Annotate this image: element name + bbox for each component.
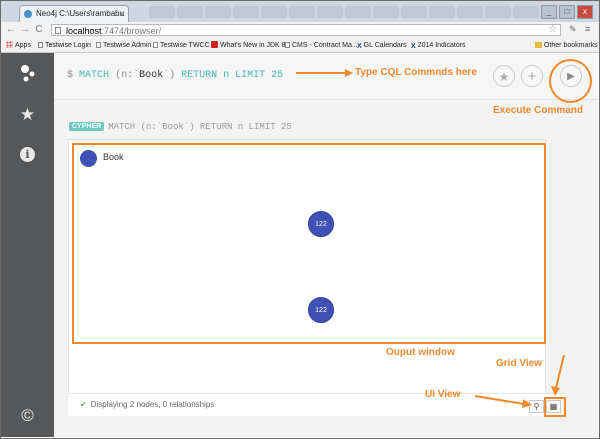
annotation-type-cql: Type CQL Commnds here [355, 67, 477, 78]
annotation-output: Ouput window [386, 347, 455, 358]
annotation-ui-view: UI View [425, 389, 461, 400]
annotation-arrows [296, 69, 565, 408]
annotation-grid-view: Grid View [496, 358, 542, 369]
annotation-execute: Execute Command [493, 105, 584, 116]
